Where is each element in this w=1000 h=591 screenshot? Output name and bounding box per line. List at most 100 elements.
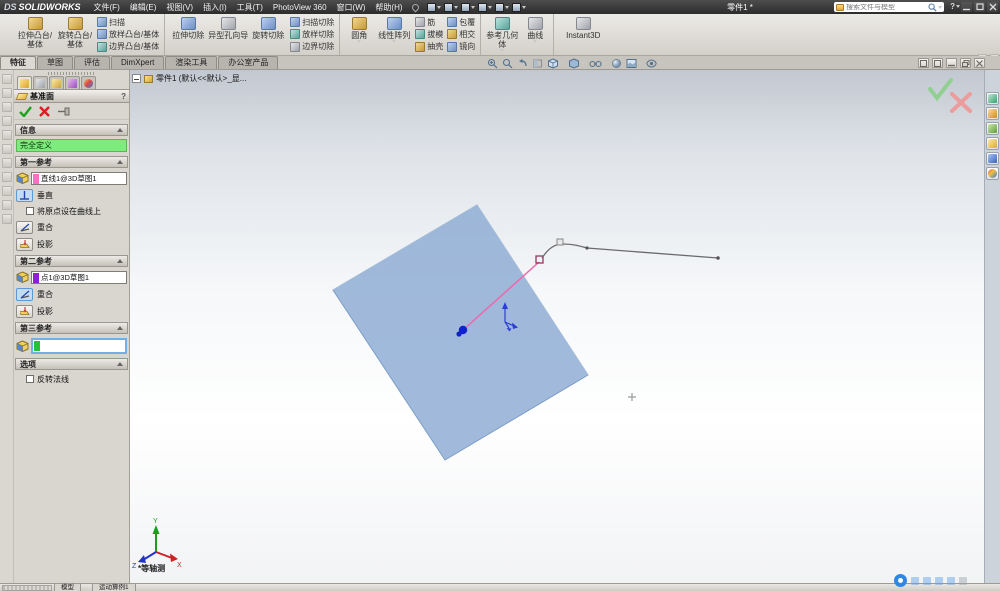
flip-normal-checkbox[interactable] [26, 375, 34, 383]
mirror-button[interactable]: 镜向 [447, 41, 475, 53]
zoom-to-area-button[interactable] [501, 58, 514, 69]
third-reference-header[interactable]: 第三参考 [15, 322, 128, 334]
fillet-button[interactable]: 圆角 [343, 15, 375, 54]
chevron-down-icon[interactable] [603, 62, 607, 65]
options-section-header[interactable]: 选项 [15, 358, 128, 370]
pm-dimxpertmanager-tab[interactable] [49, 76, 64, 89]
wrap-button[interactable]: 包覆 [447, 16, 475, 28]
view-settings-button[interactable] [645, 58, 663, 69]
appearances-button[interactable] [986, 152, 999, 165]
toolbar-icon[interactable] [2, 186, 12, 196]
chevron-down-icon[interactable] [505, 6, 509, 9]
search-box[interactable] [834, 2, 944, 12]
section-view-button[interactable] [531, 58, 544, 69]
second-reference-header[interactable]: 第二参考 [15, 255, 128, 267]
graphics-area[interactable]: 零件1 (默认<<默认>_显... [130, 70, 984, 583]
pm-displaymanager-tab[interactable] [65, 76, 80, 89]
chevron-down-icon[interactable] [357, 40, 361, 43]
design-library-button[interactable] [986, 107, 999, 120]
chevron-down-icon[interactable] [522, 6, 526, 9]
overlay-tool-icon[interactable] [935, 577, 943, 585]
chevron-down-icon[interactable] [392, 40, 396, 43]
overlay-settings-icon[interactable] [959, 577, 967, 585]
restore-button[interactable] [974, 2, 985, 12]
tab-scroll-handle[interactable] [2, 585, 52, 591]
toolbar-icon[interactable] [2, 214, 12, 224]
close-button[interactable] [987, 2, 998, 12]
tab-office-products[interactable]: 办公室产品 [218, 56, 278, 69]
tab-dimxpert[interactable]: DimXpert [111, 56, 164, 69]
chevron-down-icon[interactable] [437, 6, 441, 9]
search-input[interactable] [846, 4, 926, 11]
chevron-down-icon[interactable] [638, 62, 642, 65]
message-section-header[interactable]: 信息 [15, 124, 128, 136]
collapse-icon[interactable] [117, 362, 123, 366]
open-file-button[interactable] [444, 3, 458, 12]
pm-appearances-tab[interactable] [81, 76, 96, 89]
lofted-cut-button[interactable]: 放样切除 [290, 28, 334, 40]
keep-visible-pin-icon[interactable] [57, 106, 70, 117]
model-tab[interactable]: 模型 [54, 584, 81, 591]
toolbar-icon[interactable] [2, 158, 12, 168]
previous-view-button[interactable] [516, 58, 529, 69]
cancel-button[interactable] [39, 106, 50, 117]
menu-window[interactable]: 窗口(W) [332, 2, 371, 13]
menu-edit[interactable]: 编辑(E) [125, 2, 162, 13]
third-reference-selection-box[interactable] [31, 338, 127, 354]
model-scene[interactable]: Y X Z [130, 70, 984, 583]
toolbar-icon[interactable] [2, 200, 12, 210]
collapse-icon[interactable] [117, 128, 123, 132]
ok-button[interactable] [19, 106, 32, 117]
chevron-down-icon[interactable] [471, 6, 475, 9]
motion-study-tab[interactable]: 运动算例1 [92, 584, 136, 591]
first-reference-selection-box[interactable]: 直线1@3D草图1 [31, 172, 127, 185]
edit-appearance-button[interactable] [610, 58, 623, 69]
tab-render-tools[interactable]: 渲染工具 [165, 56, 217, 69]
draft-button[interactable]: 拔模 [415, 28, 443, 40]
spline-point-marker[interactable] [557, 239, 563, 245]
rib-button[interactable]: 筋 [415, 16, 443, 28]
hole-wizard-button[interactable]: 异型孔向导 [208, 15, 248, 54]
custom-properties-button[interactable] [986, 167, 999, 180]
pm-help-icon[interactable]: ? [121, 92, 126, 101]
panel-drag-handle[interactable] [48, 72, 95, 75]
second-reference-selection-box[interactable]: 点1@3D草图1 [31, 271, 127, 284]
doc-restore-button[interactable] [960, 58, 971, 68]
tab-evaluate[interactable]: 评估 [74, 56, 110, 69]
confirm-ok-button[interactable] [930, 80, 951, 98]
pm-propertymanager-tab[interactable] [17, 76, 32, 89]
toolbar-icon[interactable] [2, 102, 12, 112]
chevron-down-icon[interactable] [956, 5, 960, 8]
toolbar-icon[interactable] [2, 116, 12, 126]
doc-prev-window-button[interactable] [918, 58, 929, 68]
view-palette-button[interactable] [986, 137, 999, 150]
rebuild-button[interactable] [512, 3, 526, 12]
sketch-spline[interactable] [542, 244, 718, 258]
boundary-boss-button[interactable]: 边界凸台/基体 [97, 41, 159, 53]
collapse-icon[interactable] [117, 326, 123, 330]
first-reference-header[interactable]: 第一参考 [15, 156, 128, 168]
swept-boss-button[interactable]: 扫描 [97, 16, 159, 28]
perpendicular-button[interactable] [16, 189, 33, 202]
free-point-marker[interactable] [628, 393, 636, 401]
toolbar-icon[interactable] [2, 74, 12, 84]
project-button[interactable] [16, 238, 33, 251]
spline-endpoint[interactable] [716, 256, 720, 260]
menu-view[interactable]: 视图(V) [161, 2, 198, 13]
extruded-boss-button[interactable]: 拉伸凸台/基体 [15, 15, 55, 54]
new-file-button[interactable] [427, 3, 441, 12]
swept-cut-button[interactable]: 扫描切除 [290, 16, 334, 28]
chevron-down-icon[interactable] [581, 62, 585, 65]
tab-sketch[interactable]: 草图 [37, 56, 73, 69]
origin-on-curve-checkbox[interactable] [26, 207, 34, 215]
collapse-icon[interactable] [117, 259, 123, 263]
minimize-button[interactable] [961, 2, 972, 12]
chevron-down-icon[interactable] [454, 6, 458, 9]
overlay-tool-icon[interactable] [947, 577, 955, 585]
undo-button[interactable] [495, 3, 509, 12]
toolbar-icon[interactable] [2, 130, 12, 140]
help-button[interactable]: ? [950, 2, 960, 11]
menu-pin-icon[interactable] [410, 2, 420, 12]
overlay-tool-icon[interactable] [923, 577, 931, 585]
chevron-down-icon[interactable] [658, 62, 662, 65]
